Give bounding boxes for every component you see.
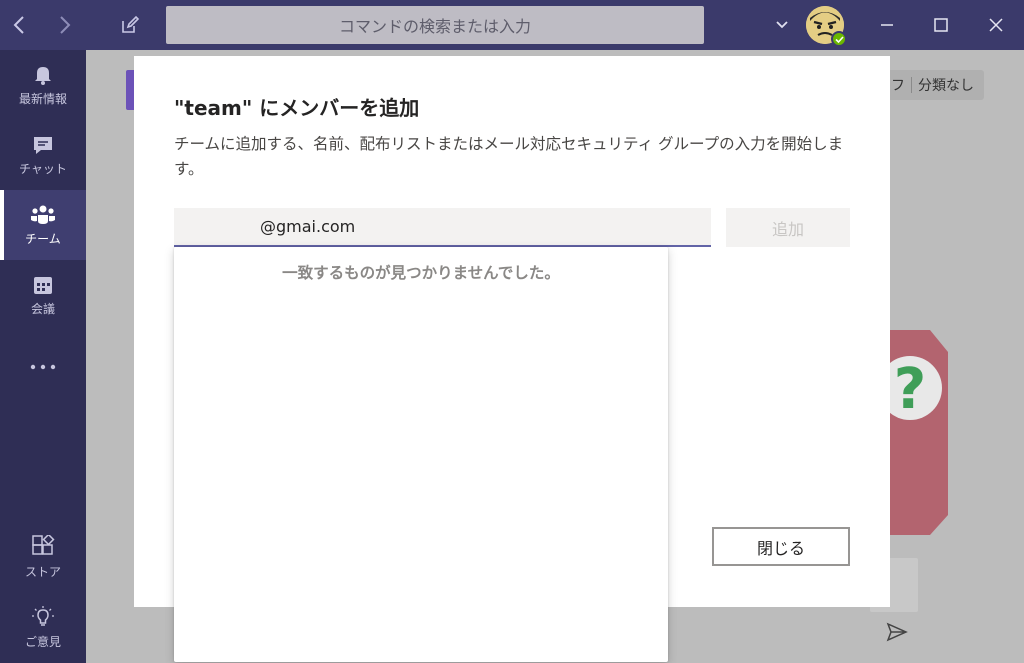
lightbulb-icon <box>32 605 54 626</box>
appbar-item-label: 最新情報 <box>18 91 67 106</box>
appbar-item-label: チーム <box>25 231 61 246</box>
appbar-item-feedback[interactable]: ご意見 <box>0 592 86 662</box>
svg-text:?: ? <box>894 357 926 422</box>
appbar-item-store[interactable]: ストア <box>0 522 86 592</box>
more-icon <box>30 364 56 370</box>
forward-button[interactable] <box>46 0 84 50</box>
dialog-title: "team" にメンバーを追加 <box>174 96 420 120</box>
new-chat-button[interactable] <box>112 0 148 50</box>
chevron-right-icon <box>60 16 71 34</box>
presence-status-badge <box>831 31 847 47</box>
store-icon <box>32 534 55 555</box>
chat-icon <box>34 136 52 154</box>
no-results-message: 一致するものが見つかりませんでした。 <box>282 264 560 282</box>
classification-tag-label: 分類なし <box>918 78 974 94</box>
send-icon <box>886 622 908 642</box>
suggestion-dropdown: 一致するものが見つかりませんでした。 <box>174 247 668 662</box>
appbar-item-label: ストア <box>24 564 61 579</box>
compose-icon <box>122 15 140 33</box>
send-button <box>886 622 908 646</box>
profile-dropdown-button[interactable] <box>770 0 794 50</box>
back-button[interactable] <box>0 0 38 50</box>
classification-tag-left: フ <box>891 78 905 94</box>
app-bar: 最新情報 チャット チーム 会議 ストア ご意見 <box>0 50 86 663</box>
add-button[interactable]: 追加 <box>726 208 850 247</box>
appbar-item-teams[interactable]: チーム <box>0 190 86 260</box>
appbar-item-meetings[interactable]: 会議 <box>0 260 86 330</box>
appbar-item-label: チャット <box>19 161 67 176</box>
teams-icon <box>31 205 55 224</box>
search-placeholder: コマンドの検索または入力 <box>338 17 531 36</box>
search-input[interactable]: コマンドの検索または入力 <box>166 6 704 44</box>
avatar[interactable] <box>806 6 847 47</box>
dialog-description: チームに追加する、名前、配布リストまたはメール対応セキュリティ グループの入力を… <box>174 135 844 178</box>
appbar-item-more[interactable] <box>0 334 86 400</box>
check-icon <box>834 35 844 43</box>
title-bar: コマンドの検索または入力 <box>0 0 1024 50</box>
minimize-icon <box>881 24 893 26</box>
maximize-icon <box>934 18 948 32</box>
maximize-button[interactable] <box>918 0 964 50</box>
chevron-left-icon <box>13 16 24 34</box>
appbar-item-chat[interactable]: チャット <box>0 120 86 190</box>
close-icon <box>989 18 1003 32</box>
bell-icon <box>35 66 51 85</box>
member-search-input[interactable]: @gmai.com <box>174 208 711 247</box>
minimize-button[interactable] <box>864 0 910 50</box>
chevron-down-icon <box>776 21 788 29</box>
appbar-item-label: 会議 <box>30 301 55 316</box>
calendar-icon <box>34 276 52 294</box>
close-button[interactable]: 閉じる <box>712 527 850 566</box>
divider <box>911 77 912 93</box>
close-window-button[interactable] <box>973 0 1019 50</box>
appbar-item-label: ご意見 <box>24 634 61 649</box>
appbar-item-activity[interactable]: 最新情報 <box>0 50 86 120</box>
member-search-value: @gmai.com <box>260 217 356 236</box>
